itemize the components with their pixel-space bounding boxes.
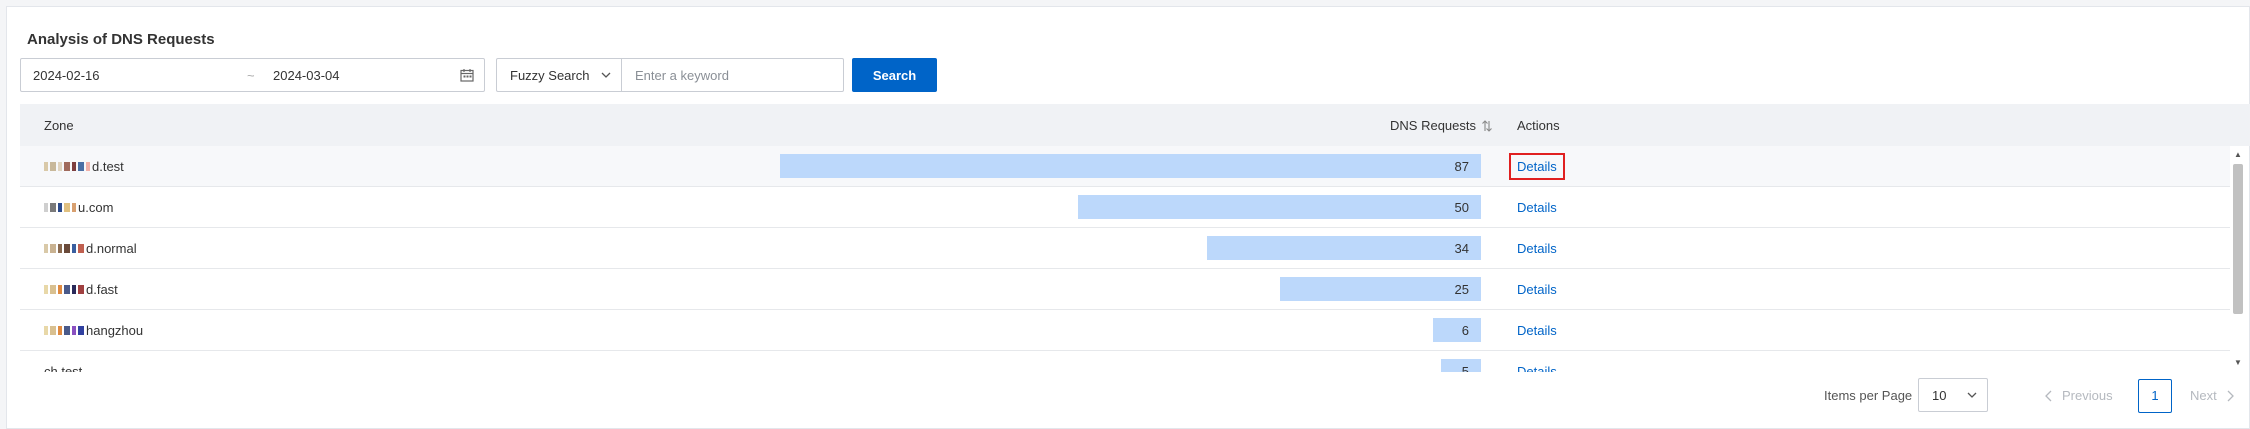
- details-link[interactable]: Details: [1517, 200, 1557, 215]
- requests-cell: 87: [20, 154, 1481, 178]
- date-range-picker[interactable]: 2024-02-16 ~ 2024-03-04: [20, 58, 485, 92]
- sort-icon[interactable]: [1481, 119, 1493, 132]
- requests-cell: 25: [20, 277, 1481, 301]
- details-link[interactable]: Details: [1509, 153, 1565, 180]
- column-header-dns-requests-label: DNS Requests: [1390, 118, 1476, 133]
- details-link[interactable]: Details: [1517, 323, 1557, 338]
- requests-cell: 5: [20, 359, 1481, 372]
- date-end[interactable]: 2024-03-04: [273, 68, 340, 83]
- calendar-icon[interactable]: [460, 68, 474, 82]
- previous-page-label: Previous: [2062, 388, 2113, 403]
- table-row: d.normal 34 Details: [20, 228, 2230, 269]
- page-title: Analysis of DNS Requests: [27, 31, 215, 48]
- details-link[interactable]: Details: [1517, 241, 1557, 256]
- column-header-actions: Actions: [1517, 118, 1560, 133]
- requests-cell: 50: [20, 195, 1481, 219]
- column-header-dns-requests[interactable]: DNS Requests: [1390, 118, 1493, 133]
- dns-requests-table: Zone DNS Requests Actions d.test 87 Detail…: [20, 104, 2250, 372]
- table-row: hangzhou 6 Details: [20, 310, 2230, 351]
- requests-value: 6: [1461, 323, 1469, 338]
- table-header: Zone DNS Requests Actions: [20, 104, 2250, 146]
- table-row: u.com 50 Details: [20, 187, 2230, 228]
- items-per-page-label: Items per Page: [1824, 388, 1913, 403]
- table-scrollbar[interactable]: ▲ ▼: [2231, 146, 2245, 370]
- requests-value: 34: [1454, 241, 1469, 256]
- table-row: d.test 87 Details: [20, 146, 2230, 187]
- next-page-label: Next: [2190, 388, 2217, 403]
- page-number-current[interactable]: 1: [2138, 379, 2172, 413]
- requests-value: 50: [1454, 200, 1469, 215]
- search-mode-label: Fuzzy Search: [510, 68, 590, 83]
- items-per-page-value: 10: [1932, 388, 1947, 403]
- requests-cell: 6: [20, 318, 1481, 342]
- scroll-up-icon[interactable]: ▲: [2234, 150, 2242, 159]
- table-row: d.fast 25 Details: [20, 269, 2230, 310]
- scrollbar-thumb[interactable]: [2233, 164, 2243, 314]
- requests-bar: [1078, 195, 1481, 219]
- requests-bar: [1280, 277, 1481, 301]
- requests-bar: [1433, 318, 1481, 342]
- table-row: ch.test 5 Details: [20, 351, 2230, 372]
- search-mode-select[interactable]: Fuzzy Search: [496, 58, 622, 92]
- date-start[interactable]: 2024-02-16: [33, 68, 100, 83]
- requests-bar: [1207, 236, 1481, 260]
- date-separator: ~: [247, 68, 255, 83]
- requests-bar: [780, 154, 1481, 178]
- requests-value: 5: [1461, 364, 1469, 372]
- column-header-zone: Zone: [44, 118, 74, 133]
- requests-cell: 34: [20, 236, 1481, 260]
- previous-page-button[interactable]: Previous: [2044, 388, 2113, 403]
- chevron-down-icon: [601, 72, 611, 78]
- next-page-button[interactable]: Next: [2190, 388, 2235, 403]
- chevron-right-icon: [2227, 390, 2234, 401]
- requests-value: 87: [1454, 159, 1469, 174]
- details-link[interactable]: Details: [1517, 282, 1557, 297]
- chevron-down-icon: [1967, 392, 1977, 398]
- requests-value: 25: [1454, 282, 1469, 297]
- search-button[interactable]: Search: [852, 58, 937, 92]
- details-link[interactable]: Details: [1517, 364, 1557, 372]
- keyword-input[interactable]: [621, 58, 844, 92]
- scroll-down-icon[interactable]: ▼: [2234, 358, 2242, 367]
- items-per-page-select[interactable]: 10: [1918, 378, 1988, 412]
- chevron-left-icon: [2045, 390, 2052, 401]
